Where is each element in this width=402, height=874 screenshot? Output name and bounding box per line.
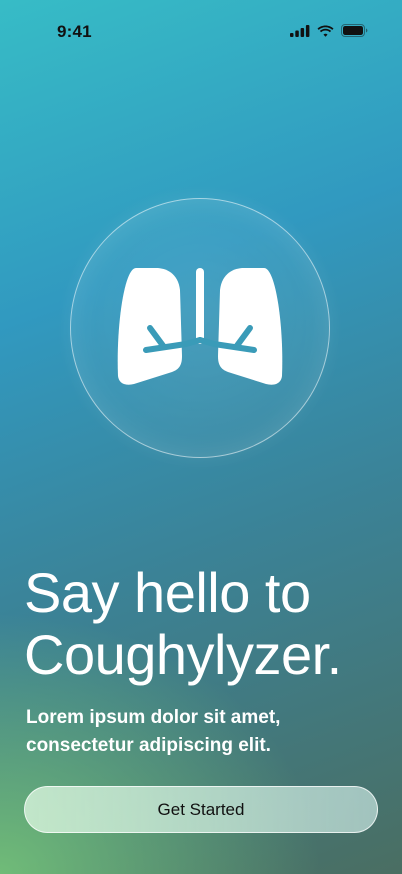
- lungs-icon: [117, 268, 283, 385]
- subtitle-line-1: Lorem ipsum dolor sit amet,: [26, 707, 281, 728]
- status-time: 9:41: [57, 22, 92, 41]
- battery-icon: [341, 24, 368, 37]
- headline: Say hello to Coughylyzer.: [24, 562, 394, 686]
- headline-line-2: Coughylyzer.: [24, 623, 342, 686]
- cellular-signal-icon: [290, 24, 310, 37]
- status-bar: 9:41: [0, 0, 402, 62]
- subtitle-line-2: consectetur adipiscing elit.: [26, 735, 271, 756]
- status-icons: [290, 24, 368, 37]
- get-started-button[interactable]: Get Started: [24, 786, 378, 833]
- wifi-icon: [317, 25, 334, 37]
- subtitle: Lorem ipsum dolor sit amet, consectetur a…: [26, 704, 376, 760]
- headline-line-1: Say hello to: [24, 561, 311, 624]
